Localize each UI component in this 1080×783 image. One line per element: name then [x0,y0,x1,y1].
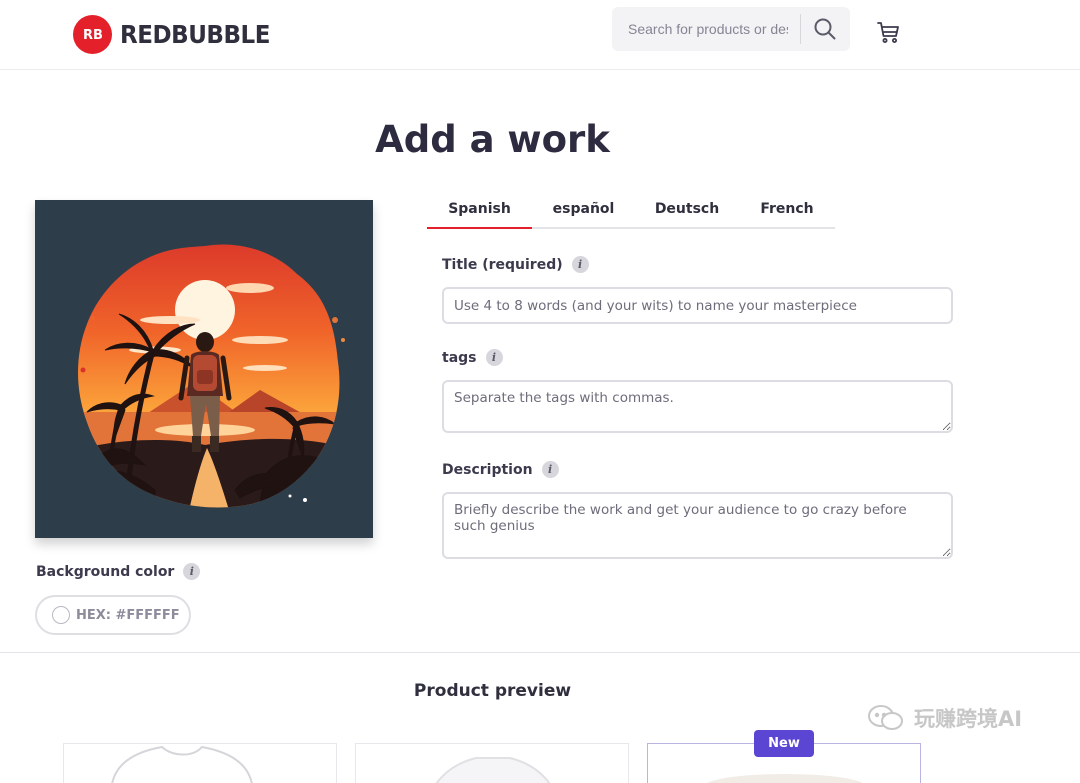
site-header: RB REDBUBBLE [0,0,1080,70]
watermark-text: 玩赚跨境AI [914,707,1023,731]
search-icon [814,18,836,40]
title-info-icon[interactable]: i [571,256,589,273]
svg-text:RB: RB [83,28,103,42]
page-title: Add a work [375,118,610,161]
product-card[interactable] [63,743,337,783]
tab-deutsch[interactable]: Deutsch [635,190,739,227]
redbubble-logo[interactable]: RB REDBUBBLE [73,14,283,54]
color-swatch-icon [52,606,70,624]
background-color-info-icon[interactable]: i [183,563,201,580]
new-badge: New [754,730,814,757]
language-tabs: Spanish español Deutsch French [427,190,835,229]
tags-input[interactable] [442,380,953,433]
description-input[interactable] [442,492,953,559]
tab-spanish[interactable]: Spanish [427,190,532,229]
title-input[interactable] [442,287,953,324]
logo-mark-icon: RB [73,14,112,54]
search-input[interactable] [626,20,790,38]
background-color-label-text: Background color [36,563,175,580]
product-card[interactable] [355,743,629,783]
tags-label-text: tags [442,349,477,366]
cart-icon [877,22,899,43]
title-label: Title (required) i [442,256,589,273]
tshirt-icon [435,757,551,783]
chat-bubbles-icon [868,705,903,730]
search-bar [612,7,850,51]
hex-value: HEX: #FFFFFF [76,607,180,623]
tags-info-icon[interactable]: i [485,349,503,366]
product-preview-title: Product preview [413,681,572,701]
watermark: 玩赚跨境AI [866,703,1022,733]
tab-espanol[interactable]: español [532,190,635,227]
description-label: Description i [442,461,559,478]
logo-wordmark: REDBUBBLE [120,19,271,49]
background-color-label: Background color i [36,563,201,580]
artwork-preview [35,200,373,538]
description-info-icon[interactable]: i [541,461,559,478]
background-color-picker[interactable]: HEX: #FFFFFF [35,595,191,635]
tab-french[interactable]: French [739,190,835,227]
section-divider [0,652,1080,653]
cart-button[interactable] [874,18,902,46]
search-button[interactable] [801,7,850,51]
tshirt-icon [111,745,253,783]
description-label-text: Description [442,461,533,478]
title-label-text: Title (required) [442,256,563,273]
tags-label: tags i [442,349,503,366]
